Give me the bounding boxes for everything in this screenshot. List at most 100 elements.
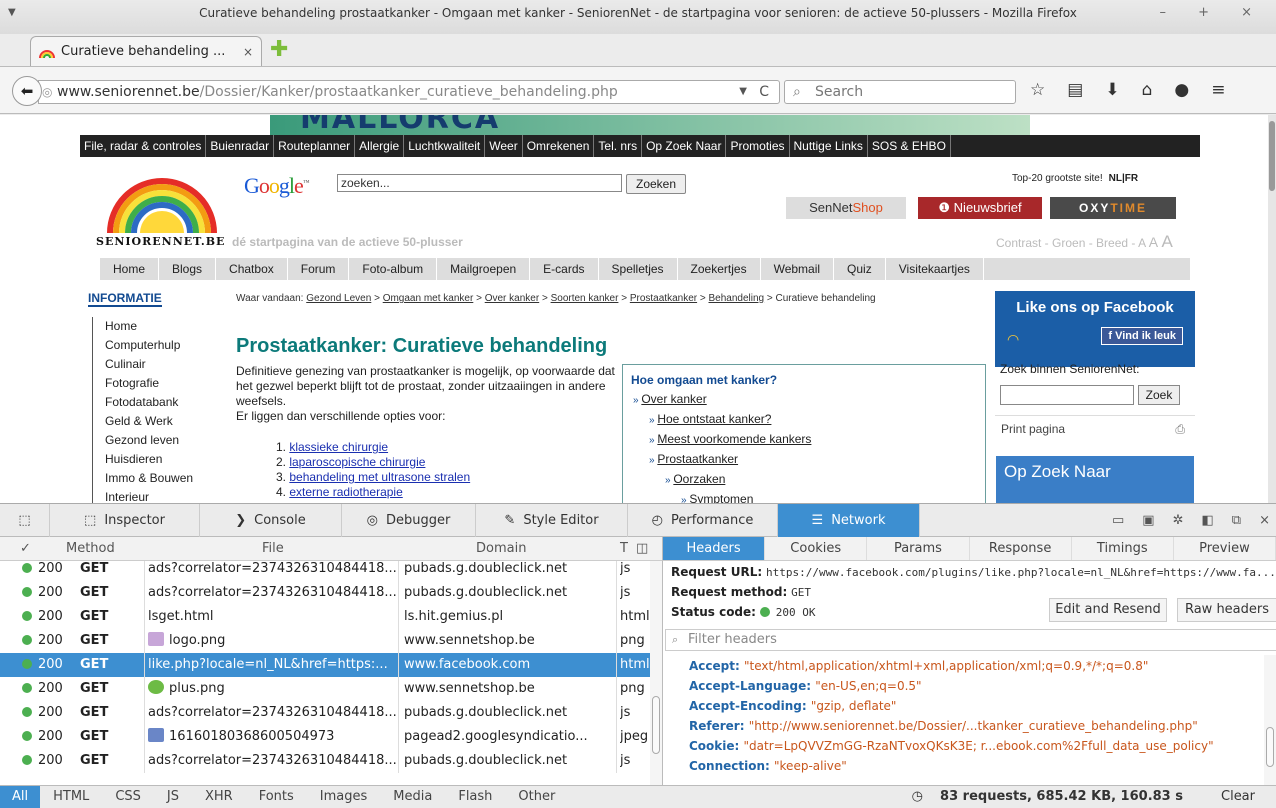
column-type[interactable]: T [620, 541, 628, 556]
devtools-tab-performance[interactable]: ◴ Performance [628, 504, 778, 537]
topnav-item[interactable]: Promoties [726, 135, 790, 157]
topnav-item[interactable]: Omrekenen [523, 135, 595, 157]
devtools-tab-debugger[interactable]: ◎ Debugger [342, 504, 476, 537]
home-icon[interactable]: ⌂ [1142, 80, 1153, 104]
site-search-button[interactable]: Zoek [1138, 385, 1180, 405]
filter-other[interactable]: Other [505, 786, 568, 808]
filter-xhr[interactable]: XHR [192, 786, 246, 808]
filter-all[interactable]: All [0, 786, 41, 808]
logo-wordmark[interactable]: SENIORENNET.BE [96, 235, 225, 248]
undock-icon[interactable]: ⧉ [1232, 513, 1241, 528]
new-tab-plus-icon[interactable]: ✚ [270, 38, 294, 62]
devtools-tab-console[interactable]: ❯ Console [200, 504, 342, 537]
breadcrumb-link[interactable]: Over kanker [485, 293, 539, 304]
breadcrumb-link[interactable]: Soorten kanker [551, 293, 619, 304]
pick-element-icon[interactable]: ⬚ [0, 504, 50, 537]
kanker-link[interactable]: Oorzaken [673, 472, 725, 486]
back-button[interactable]: ⬅ [12, 76, 42, 106]
request-row[interactable]: 200 GET ads?correlator=2374326310484418...… [0, 561, 662, 581]
devtools-tab-inspector[interactable]: ⬚ Inspector [50, 504, 200, 537]
mainnav-item[interactable]: Foto-album [349, 258, 438, 280]
mainnav-item[interactable]: Visitekaartjes [886, 258, 984, 280]
font-size-medium[interactable]: A [1149, 234, 1158, 250]
left-nav-item[interactable]: Fotografie [92, 374, 224, 393]
topnav-item[interactable]: Allergie [355, 135, 405, 157]
breadcrumb-link[interactable]: Behandeling [709, 293, 765, 304]
op-zoek-naar-box[interactable]: Op Zoek Naar [995, 455, 1195, 503]
window-controls[interactable]: – + × [1159, 0, 1266, 26]
column-file[interactable]: File [262, 541, 284, 556]
contrast-links[interactable]: Contrast - Groen - Breed - [996, 236, 1138, 250]
mainnav-item[interactable]: E-cards [530, 258, 599, 280]
request-row[interactable]: 200 GET lsget.html ls.hit.gemius.pl html [0, 605, 662, 629]
search-box[interactable]: ⌕ Search [784, 80, 1016, 104]
request-row[interactable]: 200 GET logo.png www.sennetshop.be png [0, 629, 662, 653]
mainnav-item[interactable]: Blogs [159, 258, 217, 280]
left-nav-item[interactable]: Huisdieren [92, 450, 224, 469]
settings-gear-icon[interactable]: ✲ [1173, 513, 1184, 528]
detail-tab-timings[interactable]: Timings [1072, 537, 1174, 560]
language-switch[interactable]: NL|FR [1109, 173, 1138, 184]
left-nav-item[interactable]: Computerhulp [92, 336, 224, 355]
detail-tab-params[interactable]: Params [867, 537, 970, 560]
treatment-link[interactable]: laparoscopische chirurgie [289, 455, 425, 469]
url-bar[interactable]: ◎ www.seniorennet.be/Dossier/Kanker/pros… [38, 80, 780, 104]
topnav-item[interactable]: Routeplanner [274, 135, 356, 157]
left-nav-item[interactable]: Interieur [92, 488, 224, 503]
mainnav-item[interactable]: Mailgroepen [437, 258, 531, 280]
page-scrollbar-thumb[interactable] [1269, 121, 1275, 191]
devtools-tab-network[interactable]: ☰ Network [778, 504, 920, 537]
column-domain[interactable]: Domain [476, 541, 526, 556]
filter-flash[interactable]: Flash [445, 786, 505, 808]
topnav-item[interactable]: Op Zoek Naar [642, 135, 727, 157]
request-row[interactable]: 200 GET ads?correlator=2374326310484418...… [0, 581, 662, 605]
breadcrumb-link[interactable]: Omgaan met kanker [383, 293, 474, 304]
seniorennet-rainbow-logo[interactable] [106, 173, 218, 233]
mainnav-item[interactable]: Webmail [761, 258, 835, 280]
filter-images[interactable]: Images [307, 786, 381, 808]
details-scrollbar[interactable] [1264, 655, 1276, 785]
details-scrollbar-thumb[interactable] [1266, 727, 1274, 767]
mainnav-item[interactable]: Spelletjes [599, 258, 678, 280]
newsletter-button[interactable]: ❶ Nieuwsbrief [918, 197, 1042, 219]
breadcrumb-link[interactable]: Gezond Leven [306, 293, 371, 304]
close-devtools-icon[interactable]: × [1259, 513, 1270, 528]
left-nav-item[interactable]: Gezond leven [92, 431, 224, 450]
print-page-link[interactable]: Print pagina ⎙ [995, 415, 1195, 445]
window-menu-icon[interactable]: ▼ [8, 0, 16, 26]
toggle-sidebar-icon[interactable]: ◫ [636, 541, 648, 556]
downloads-icon[interactable]: ⬇ [1105, 80, 1119, 104]
request-row[interactable]: 200 GET like.php?locale=nl_NL&href=https:.… [0, 653, 662, 677]
detail-tab-headers[interactable]: Headers [663, 537, 766, 560]
oxytime-banner[interactable]: OXYTIME [1050, 197, 1176, 219]
filter-js[interactable]: JS [154, 786, 192, 808]
facebook-like-button[interactable]: f Vind ik leuk [1101, 327, 1183, 345]
filter-headers-input[interactable]: ⌕ Filter headers [665, 629, 1276, 651]
left-nav-item[interactable]: Immo & Bouwen [92, 469, 224, 488]
browser-tab[interactable]: Curatieve behandeling ... × [30, 36, 262, 66]
column-method[interactable]: Method [66, 541, 115, 556]
mainnav-item[interactable]: Quiz [834, 258, 886, 280]
devtools-tab-style-editor[interactable]: ✎ Style Editor [476, 504, 628, 537]
kanker-link[interactable]: Hoe ontstaat kanker? [657, 412, 771, 426]
mainnav-item[interactable]: Forum [288, 258, 350, 280]
left-nav-item[interactable]: Home [92, 317, 224, 336]
kanker-link[interactable]: Over kanker [641, 392, 706, 406]
topnav-item[interactable]: File, radar & controles [80, 135, 207, 157]
topnav-item[interactable]: SOS & EHBO [868, 135, 951, 157]
mainnav-item[interactable]: Zoekertjes [678, 258, 761, 280]
breadcrumb-link[interactable]: Prostaatkanker [630, 293, 697, 304]
bookmark-star-icon[interactable]: ☆ [1030, 80, 1045, 104]
kanker-link[interactable]: Prostaatkanker [657, 452, 738, 466]
topnav-item[interactable]: Tel. nrs [594, 135, 643, 157]
filter-media[interactable]: Media [380, 786, 445, 808]
request-row[interactable]: 200 GET 16160180368600504973 pagead2.google… [0, 725, 662, 749]
filter-fonts[interactable]: Fonts [246, 786, 307, 808]
treatment-link[interactable]: behandeling met ultrasone stralen [289, 470, 470, 484]
request-row[interactable]: 200 GET ads?correlator=2374326310484418...… [0, 749, 662, 773]
left-nav-item[interactable]: Fotodatabank [92, 393, 224, 412]
kanker-link[interactable]: Meest voorkomende kankers [657, 432, 811, 446]
bookmarks-menu-icon[interactable]: ▤ [1067, 80, 1083, 104]
request-list-scrollbar[interactable] [650, 561, 662, 785]
menu-hamburger-icon[interactable]: ≡ [1211, 80, 1225, 104]
